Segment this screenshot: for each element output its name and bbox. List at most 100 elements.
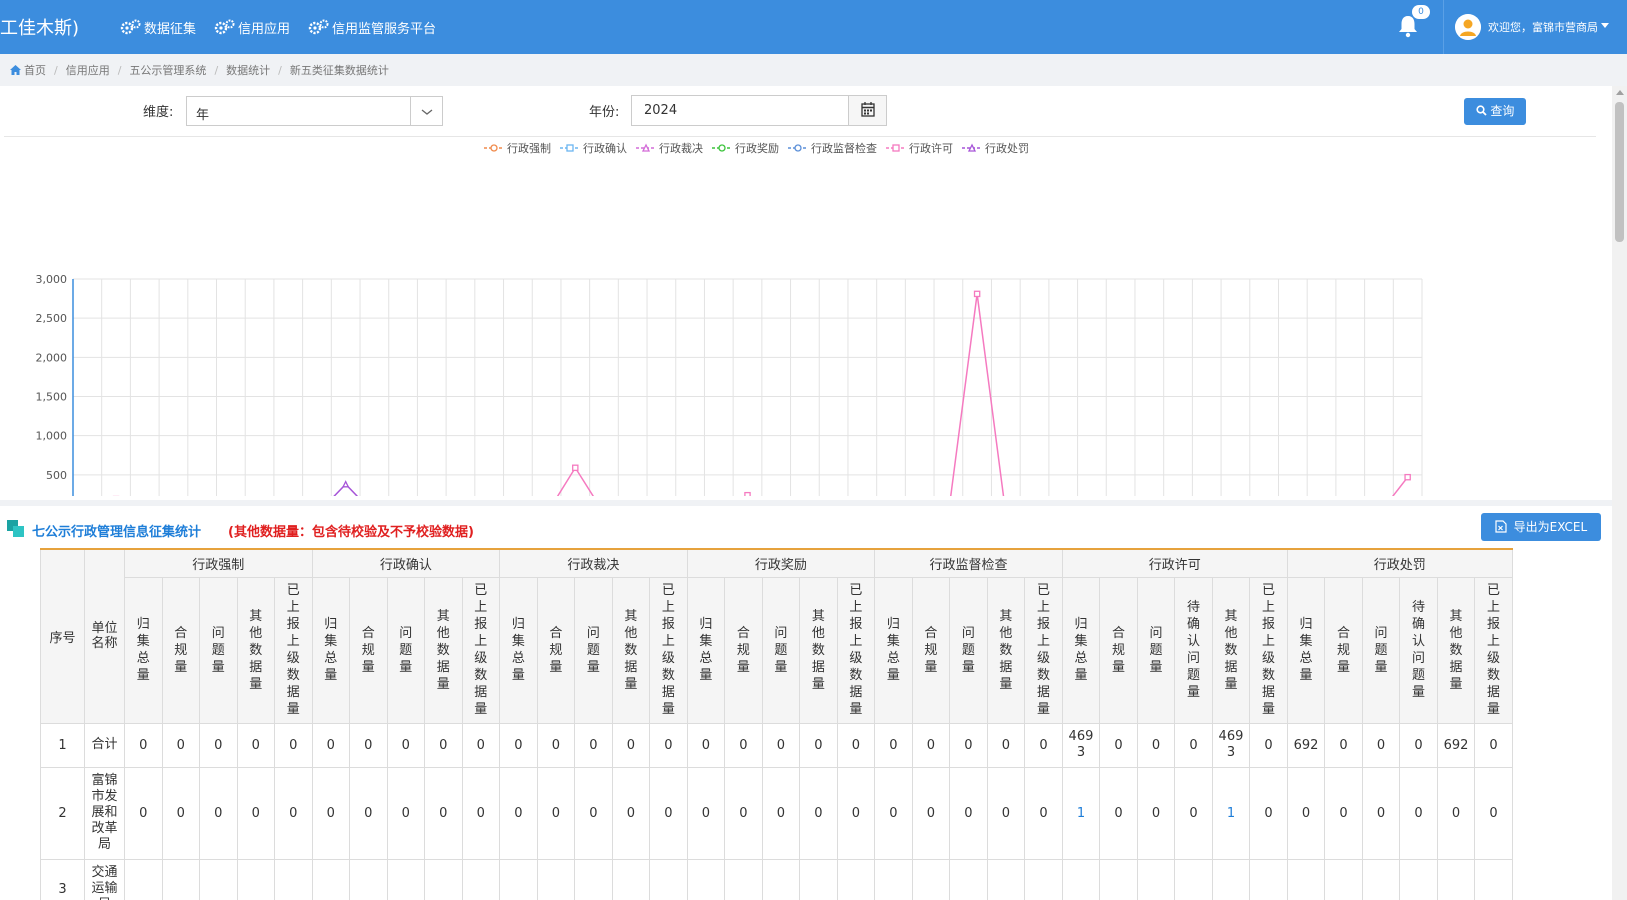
nav-credit-application[interactable]: 信用应用 <box>214 18 290 37</box>
excel-icon <box>1495 520 1507 533</box>
cell-value: 0 <box>911 766 951 860</box>
data-point[interactable] <box>490 144 498 152</box>
legend-item[interactable]: 行政裁决 <box>636 140 703 156</box>
cell-value <box>874 858 913 900</box>
data-point[interactable] <box>794 144 802 152</box>
cell-value <box>1436 858 1476 900</box>
export-label: 导出为EXCEL <box>1513 520 1588 534</box>
chevron-down-icon[interactable] <box>1601 23 1609 28</box>
cell-value[interactable]: 1 <box>1211 766 1251 860</box>
unit-name: 富锦市发展和改革局 <box>91 773 118 852</box>
breadcrumb-credit-application[interactable]: 信用应用 <box>66 62 110 78</box>
column-header: 归集总量 <box>1286 576 1326 724</box>
cell-value <box>199 858 238 900</box>
nav-label: 信用监管服务平台 <box>332 21 437 37</box>
value-link[interactable]: 1 <box>1227 806 1235 821</box>
value-text: 0 <box>1039 805 1048 821</box>
data-point[interactable] <box>572 464 579 472</box>
breadcrumb-separator: / <box>214 63 219 77</box>
column-header: 已上报上级数据量 <box>649 576 688 724</box>
column-header-label: 已上报上级数据量 <box>474 583 488 717</box>
main-nav: 数据征集 信用应用 信用监管服务平台 <box>120 0 454 54</box>
breadcrumb-home[interactable]: 首页 <box>24 62 46 78</box>
cell-value <box>761 858 801 900</box>
cell-value: 0 <box>649 766 688 860</box>
scroll-thumb[interactable] <box>1615 102 1624 242</box>
legend-item[interactable]: 行政许可 <box>886 140 953 156</box>
dropdown-toggle[interactable] <box>410 97 442 125</box>
legend-item[interactable]: 行政奖励 <box>712 140 779 156</box>
cell-value <box>1061 858 1101 900</box>
nav-credit-supervision-platform[interactable]: 信用监管服务平台 <box>308 18 436 37</box>
cell-value: 0 <box>1174 722 1213 768</box>
data-point[interactable] <box>744 491 751 496</box>
page-scrollbar[interactable] <box>1612 86 1627 900</box>
cell-value[interactable]: 1 <box>1061 766 1101 860</box>
avatar[interactable] <box>1455 14 1481 40</box>
data-point[interactable] <box>641 143 651 152</box>
cell-value: 0 <box>1399 722 1438 768</box>
value-text: 0 <box>439 737 448 753</box>
breadcrumb: 首页 / 信用应用 / 五公示管理系统 / 数据统计 / 新五类征集数据统计 <box>10 62 389 78</box>
column-header-label: 已上报上级数据量 <box>286 583 300 717</box>
cell-seq: 1 <box>40 722 85 768</box>
cell-value: 4693 <box>1211 722 1251 768</box>
section-note: (其他数据量：包含待校验及不予校验数据) <box>228 525 474 540</box>
value-text: 0 <box>664 805 673 821</box>
chevron-down-icon <box>421 109 433 115</box>
value-text: 0 <box>1039 737 1048 753</box>
query-button[interactable]: 查询 <box>1464 98 1526 125</box>
cell-value <box>1211 858 1251 900</box>
dimension-select[interactable]: 年 <box>186 96 443 126</box>
column-header-label: 问题量 <box>1374 625 1388 675</box>
legend-item[interactable]: 行政确认 <box>560 140 627 156</box>
data-point[interactable] <box>1404 473 1411 481</box>
value-text: 0 <box>289 737 298 753</box>
data-point[interactable] <box>566 144 574 152</box>
legend-item[interactable]: 行政处罚 <box>962 140 1029 156</box>
cell-value: 0 <box>386 722 426 768</box>
value-text: 0 <box>326 737 335 753</box>
column-group-header: 行政监督检查 <box>874 548 1063 578</box>
date-picker-button[interactable] <box>848 96 886 125</box>
user-menu[interactable]: 欢迎您，富锦市营商局 <box>1488 19 1598 35</box>
scroll-up-arrow[interactable] <box>1616 90 1624 95</box>
data-point[interactable] <box>342 480 350 488</box>
breadcrumb-five-public-system[interactable]: 五公示管理系统 <box>129 62 206 78</box>
value-text: 0 <box>176 805 185 821</box>
cell-value <box>1474 858 1513 900</box>
column-header: 问题量 <box>199 576 238 724</box>
value-link[interactable]: 1 <box>1077 806 1085 821</box>
column-header-label: 合规量 <box>549 625 563 675</box>
data-point[interactable] <box>892 144 900 152</box>
cell-value <box>1286 858 1326 900</box>
cell-value: 0 <box>1099 722 1138 768</box>
divider <box>1443 0 1444 54</box>
cell-value <box>161 858 200 900</box>
nav-data-collection[interactable]: 数据征集 <box>120 18 196 37</box>
value-text: 0 <box>401 737 410 753</box>
cell-value: 0 <box>574 722 613 768</box>
cell-value: 0 <box>236 722 275 768</box>
column-header-label: 归集总量 <box>886 617 900 683</box>
cell-value: 0 <box>499 722 538 768</box>
cell-value: 0 <box>199 722 238 768</box>
legend-item[interactable]: 行政强制 <box>484 140 551 156</box>
legend-label: 行政强制 <box>507 142 551 155</box>
column-group-header: 行政奖励 <box>686 548 876 578</box>
cell-value: 0 <box>386 766 426 860</box>
value-text: 0 <box>701 737 711 753</box>
breadcrumb-data-statistics[interactable]: 数据统计 <box>226 62 270 78</box>
column-header-label: 合规量 <box>361 625 375 675</box>
export-excel-button[interactable]: 导出为EXCEL <box>1481 513 1601 541</box>
cell-value: 0 <box>1024 766 1063 860</box>
data-point[interactable] <box>718 144 726 152</box>
data-point[interactable] <box>973 290 981 298</box>
cell-value: 0 <box>686 766 726 860</box>
cell-value: 0 <box>1136 766 1176 860</box>
legend-item[interactable]: 行政监督检查 <box>788 140 877 156</box>
column-header-label: 归集总量 <box>324 617 338 683</box>
year-input[interactable]: 2024 <box>631 95 887 126</box>
column-header-label: 其他数据量 <box>1449 608 1463 692</box>
data-point[interactable] <box>967 143 977 152</box>
